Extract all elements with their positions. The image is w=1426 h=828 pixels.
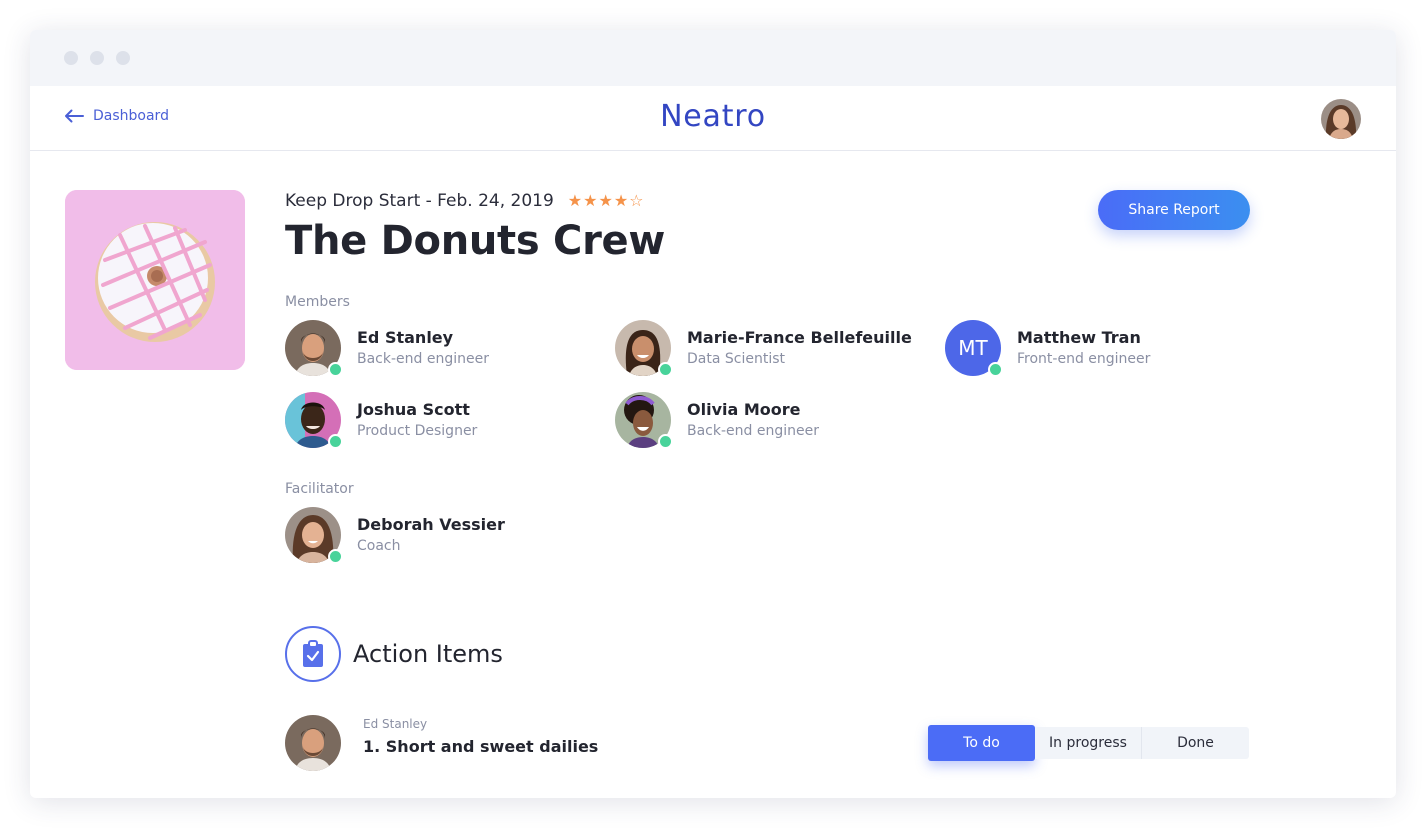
- member-card[interactable]: Marie-France Bellefeuille Data Scientist: [615, 320, 912, 377]
- status-in-progress-button[interactable]: In progress: [1035, 727, 1142, 759]
- online-status-indicator: [658, 434, 673, 449]
- member-card[interactable]: MT Matthew Tran Front-end engineer: [945, 320, 1151, 377]
- facilitator-section-label: Facilitator: [285, 481, 354, 497]
- action-item-status-selector: To do In progress Done: [928, 725, 1249, 763]
- online-status-indicator: [328, 434, 343, 449]
- member-avatar: [615, 320, 673, 377]
- window-control-close[interactable]: [64, 51, 78, 65]
- facilitator-avatar: [285, 507, 343, 564]
- facilitator-role: Coach: [357, 538, 401, 554]
- action-items-header: Action Items: [285, 626, 503, 682]
- facilitator-name: Deborah Vessier: [357, 515, 505, 534]
- online-status-indicator: [658, 362, 673, 377]
- team-cover-image: [65, 190, 245, 370]
- app-logo[interactable]: Neatro: [30, 99, 1396, 134]
- member-name: Olivia Moore: [687, 400, 801, 419]
- member-name: Marie-France Bellefeuille: [687, 328, 912, 347]
- star-filled-icon: ★: [598, 191, 613, 210]
- member-name: Joshua Scott: [357, 400, 470, 419]
- star-filled-icon: ★: [567, 191, 583, 210]
- members-section-label: Members: [285, 294, 350, 310]
- clipboard-check-icon: [285, 626, 341, 682]
- member-avatar: [285, 320, 343, 377]
- app-window: Dashboard Neatro Keep Drop Start - Feb. …: [30, 30, 1396, 798]
- action-item-text[interactable]: 1. Short and sweet dailies: [363, 737, 598, 756]
- member-role: Product Designer: [357, 423, 478, 439]
- status-todo-button[interactable]: To do: [928, 725, 1035, 761]
- member-name: Ed Stanley: [357, 328, 454, 347]
- member-avatar: [615, 392, 673, 449]
- window-chrome: [30, 30, 1396, 86]
- facilitator-card[interactable]: Deborah Vessier Coach: [285, 507, 505, 564]
- star-empty-icon: ☆: [629, 191, 644, 210]
- online-status-indicator: [328, 549, 343, 564]
- member-role: Back-end engineer: [357, 351, 489, 367]
- member-card[interactable]: Ed Stanley Back-end engineer: [285, 320, 489, 377]
- share-report-button[interactable]: Share Report: [1098, 190, 1250, 230]
- member-card[interactable]: Joshua Scott Product Designer: [285, 392, 478, 449]
- action-item-owner-avatar: [285, 715, 341, 771]
- member-avatar: [285, 392, 343, 449]
- online-status-indicator: [328, 362, 343, 377]
- rating-stars: ★ ★ ★ ★ ☆: [568, 193, 644, 209]
- top-navbar: Dashboard Neatro: [30, 86, 1396, 151]
- team-title: The Donuts Crew: [285, 218, 665, 264]
- member-name: Matthew Tran: [1017, 328, 1141, 347]
- star-filled-icon: ★: [613, 191, 629, 210]
- current-user-avatar[interactable]: [1321, 99, 1361, 139]
- window-control-maximize[interactable]: [116, 51, 130, 65]
- report-subtitle: Keep Drop Start - Feb. 24, 2019: [285, 191, 554, 211]
- action-item-owner: Ed Stanley: [363, 717, 428, 731]
- star-filled-icon: ★: [583, 191, 598, 210]
- member-role: Data Scientist: [687, 351, 785, 367]
- action-items-title: Action Items: [353, 640, 503, 668]
- status-done-button[interactable]: Done: [1142, 727, 1249, 759]
- member-role: Front-end engineer: [1017, 351, 1151, 367]
- window-control-minimize[interactable]: [90, 51, 104, 65]
- member-avatar: MT: [945, 320, 1003, 377]
- member-card[interactable]: Olivia Moore Back-end engineer: [615, 392, 819, 449]
- online-status-indicator: [988, 362, 1003, 377]
- report-subtitle-row: Keep Drop Start - Feb. 24, 2019 ★ ★ ★ ★ …: [285, 191, 644, 211]
- member-role: Back-end engineer: [687, 423, 819, 439]
